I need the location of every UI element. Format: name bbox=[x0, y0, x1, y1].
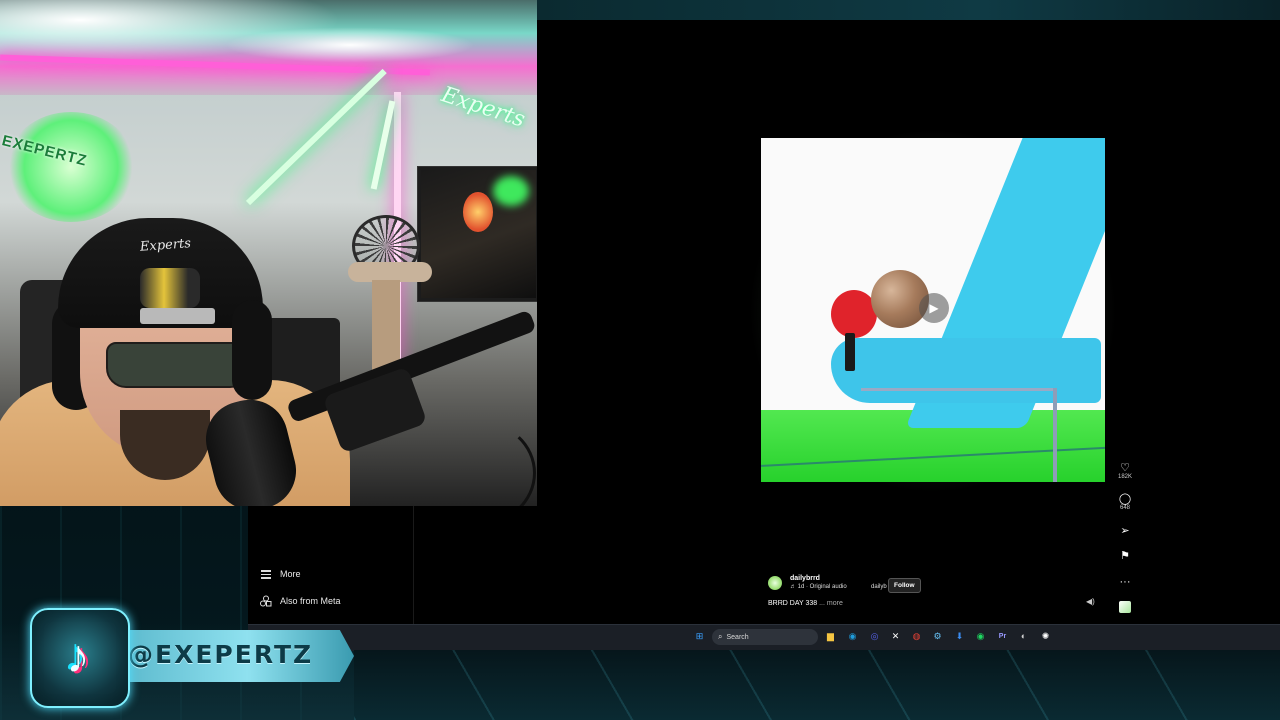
ball-image bbox=[871, 270, 929, 328]
meta-icon bbox=[260, 595, 272, 607]
more-icon: ··· bbox=[1119, 576, 1131, 588]
webcam-feed: EXEPERTZ Experts Experts bbox=[0, 0, 537, 506]
share-icon: ➢ bbox=[1120, 525, 1130, 537]
reel-caption: BRRD DAY 338 ... more bbox=[768, 600, 843, 607]
sidebar-item-more[interactable]: More bbox=[260, 564, 301, 584]
video-rail-top bbox=[861, 388, 1057, 391]
poster-glow bbox=[493, 176, 529, 206]
reel-secondary-user[interactable]: dailyb bbox=[871, 584, 887, 590]
search-placeholder: Search bbox=[726, 634, 749, 641]
discord-icon[interactable]: ◎ bbox=[868, 630, 881, 643]
mute-icon[interactable]: ◀) bbox=[1086, 597, 1096, 607]
search-icon: ⌕ bbox=[718, 632, 723, 641]
headphone-right bbox=[232, 300, 272, 400]
premiere-icon[interactable]: Pr bbox=[996, 630, 1009, 643]
sidebar-item-label: Also from Meta bbox=[280, 596, 341, 606]
paddle-handle-image bbox=[845, 333, 855, 371]
reel-video[interactable]: ▶ bbox=[761, 138, 1105, 482]
audio-thumbnail[interactable] bbox=[1119, 601, 1131, 613]
play-icon[interactable]: ▶ bbox=[919, 293, 949, 323]
bottom-tech-lines bbox=[354, 650, 1280, 720]
mic-cable bbox=[420, 420, 536, 506]
video-rail bbox=[1053, 388, 1057, 482]
steam-icon[interactable]: ⚙ bbox=[931, 630, 944, 643]
music-note-icon: ♬ bbox=[790, 584, 796, 590]
person-hair bbox=[140, 268, 200, 308]
tiktok-icon: ♪ bbox=[66, 630, 90, 682]
sidebar-item-label: More bbox=[280, 569, 301, 579]
tiktok-handle: @EXEPERTZ bbox=[128, 640, 314, 669]
hamburger-icon bbox=[260, 568, 272, 580]
save-button[interactable]: ⚑ bbox=[1116, 550, 1134, 562]
reel-username[interactable]: dailybrrd bbox=[790, 575, 820, 582]
cat-tree-top bbox=[348, 262, 432, 282]
hat-buckle bbox=[140, 308, 215, 324]
reel-info: dailybrrd ♬ 1d · Original audio dailyb F… bbox=[768, 574, 1098, 614]
more-options-button[interactable]: ··· bbox=[1116, 576, 1134, 588]
caption-more-link[interactable]: ... more bbox=[819, 600, 843, 607]
spotify-icon[interactable]: ◉ bbox=[974, 630, 987, 643]
start-icon[interactable]: ⊞ bbox=[693, 630, 706, 643]
bookmark-icon: ⚑ bbox=[1120, 550, 1130, 562]
follow-button[interactable]: Follow bbox=[888, 578, 921, 593]
chrome-icon[interactable]: ◍ bbox=[910, 630, 923, 643]
download-icon[interactable]: ⬇ bbox=[953, 630, 966, 643]
comment-count: 648 bbox=[1119, 505, 1130, 511]
person-glasses bbox=[106, 342, 250, 388]
like-count: 182K bbox=[1117, 474, 1132, 480]
capcut-icon[interactable]: ✕ bbox=[889, 630, 902, 643]
file-explorer-icon[interactable]: ▆ bbox=[824, 630, 837, 643]
neon-green-vertical bbox=[370, 100, 396, 190]
background-top-strip bbox=[537, 0, 1280, 20]
reel-audio[interactable]: ♬ 1d · Original audio bbox=[790, 584, 847, 590]
steelseries-icon[interactable]: ✺ bbox=[1039, 630, 1052, 643]
avatar[interactable] bbox=[768, 576, 782, 590]
heart-icon: ♡ bbox=[1120, 462, 1130, 474]
obs-icon[interactable]: ◐ bbox=[1017, 630, 1030, 643]
edge-icon[interactable]: ◉ bbox=[846, 630, 859, 643]
cloud-ceiling bbox=[0, 0, 537, 95]
taskbar-search[interactable]: ⌕ Search bbox=[712, 629, 818, 645]
comment-button[interactable]: ◯ 648 bbox=[1116, 493, 1134, 511]
start-glyph: ⊞ bbox=[695, 631, 704, 641]
share-button[interactable]: ➢ bbox=[1116, 525, 1134, 537]
like-button[interactable]: ♡ 182K bbox=[1116, 462, 1134, 480]
wall-poster bbox=[418, 167, 537, 301]
video-blue-arm bbox=[831, 338, 1101, 403]
poster-sun bbox=[463, 192, 493, 232]
sidebar-item-also-from-meta[interactable]: Also from Meta bbox=[260, 591, 341, 611]
comment-icon: ◯ bbox=[1118, 493, 1132, 505]
